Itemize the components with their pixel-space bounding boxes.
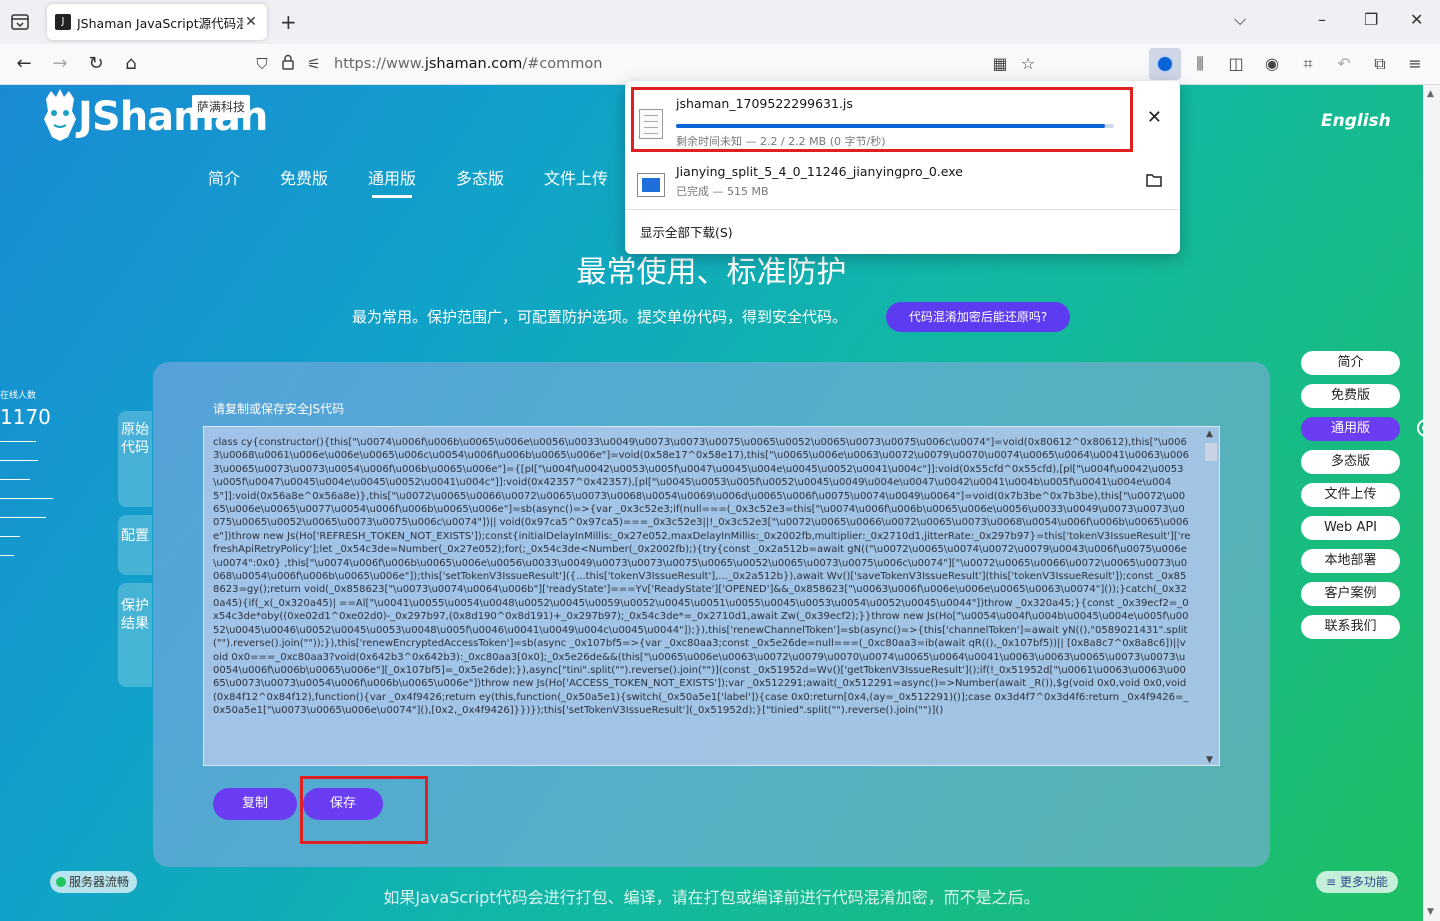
code-scrollbar[interactable]: ▲ ▼ xyxy=(1203,427,1219,765)
screenshot-crop-icon[interactable]: ⌗ xyxy=(1296,54,1320,74)
tab-overflow-chevron-icon[interactable]: ⌵ xyxy=(1234,10,1246,30)
side-tabs: 原始代码 配置 保护结果 xyxy=(118,411,152,695)
right-nav-contact[interactable]: 联系我们 xyxy=(1301,615,1400,639)
language-switch-link[interactable]: English xyxy=(1321,111,1391,131)
tracking-protection-shield-icon[interactable]: ⛉ xyxy=(250,55,274,73)
side-tab-original-code[interactable]: 原始代码 xyxy=(118,411,152,507)
download-item[interactable]: Jianying_split_5_4_0_11246_jianyingpro_0… xyxy=(625,153,1180,217)
right-nav-polymorphic[interactable]: 多态版 xyxy=(1301,450,1400,474)
hero-subtitle: 最为常用。保护范围广，可配置防护选项。提交单份代码，得到安全代码。 xyxy=(352,308,848,326)
restore-question-button[interactable]: 代码混淆加密后能还原吗? xyxy=(886,302,1070,332)
right-nav-file-upload[interactable]: 文件上传 xyxy=(1301,483,1400,507)
menu-hamburger-icon[interactable]: ≡ xyxy=(1403,54,1427,73)
right-nav-local-deploy[interactable]: 本地部署 xyxy=(1301,549,1400,573)
online-counter: 在线人数 1170 xyxy=(0,388,53,574)
tab-close-icon[interactable]: ✕ xyxy=(243,14,259,30)
logo-badge: 萨满科技 xyxy=(192,95,251,118)
url-suffix: /#common xyxy=(522,56,603,72)
scroll-down-icon[interactable]: ▼ xyxy=(1206,755,1213,765)
more-features-button[interactable]: ≡ 更多功能 xyxy=(1316,871,1398,893)
tab-list-icon[interactable] xyxy=(10,12,30,32)
download-status: 已完成 — 515 MB xyxy=(676,185,769,198)
footer-note: 如果JavaScript代码会进行打包、编译，请在打包或编译前进行代码混淆加密，… xyxy=(383,888,1040,907)
extensions-puzzle-icon[interactable]: ⧉ xyxy=(1368,54,1392,74)
panel-label: 请复制或保存安全JS代码 xyxy=(213,402,345,416)
code-output-text: class cy{constructor(){this["\u0074\u006… xyxy=(213,437,1191,717)
cancel-download-close-icon[interactable]: ✕ xyxy=(1147,107,1162,128)
side-tab-config[interactable]: 配置 xyxy=(118,515,152,575)
navigation-toolbar: ← → ↻ ⌂ ⛉ ⚟ https://www.jshaman.com/#com… xyxy=(0,44,1440,85)
nav-item-free[interactable]: 免费版 xyxy=(280,165,328,189)
url-domain: jshaman.com xyxy=(424,56,523,72)
right-floating-nav: 简介 免费版 通用版 多态版 文件上传 Web API 本地部署 客户案例 联系… xyxy=(1301,351,1401,648)
side-tab-result[interactable]: 保护结果 xyxy=(118,583,152,687)
back-icon[interactable]: ← xyxy=(12,53,36,74)
download-filename: Jianying_split_5_4_0_11246_jianyingpro_0… xyxy=(676,164,963,179)
scroll-up-icon[interactable]: ▲ xyxy=(1206,429,1213,439)
bookmark-star-icon[interactable]: ☆ xyxy=(1016,54,1040,73)
qr-code-icon[interactable]: ▦ xyxy=(988,54,1012,73)
nav-item-intro[interactable]: 简介 xyxy=(208,165,240,189)
right-nav-common[interactable]: 通用版 xyxy=(1301,417,1400,441)
right-nav-cases[interactable]: 客户案例 xyxy=(1301,582,1400,606)
home-icon[interactable]: ⌂ xyxy=(119,53,143,74)
sidebar-icon[interactable]: ◫ xyxy=(1224,54,1248,73)
reload-icon[interactable]: ↻ xyxy=(84,53,108,74)
right-nav-intro[interactable]: 简介 xyxy=(1301,351,1400,375)
page-scrollbar[interactable]: ▲ ▼ xyxy=(1423,85,1440,921)
online-sparkline xyxy=(0,441,53,556)
save-highlight-box xyxy=(300,776,428,844)
restore-icon[interactable]: ❐ xyxy=(1364,10,1378,29)
close-window-icon[interactable]: ✕ xyxy=(1410,10,1423,29)
show-in-folder-icon[interactable] xyxy=(1146,171,1162,192)
online-label: 在线人数 xyxy=(0,391,37,401)
code-output-textarea[interactable]: class cy{constructor(){this["\u0074\u006… xyxy=(203,426,1220,766)
tab-title: JShaman JavaScript源代码混淆 xyxy=(77,15,243,31)
show-all-downloads-link[interactable]: 显示全部下载(S) xyxy=(640,222,733,241)
library-icon[interactable]: ⫼ xyxy=(1188,54,1212,74)
lock-icon[interactable] xyxy=(276,54,300,74)
permissions-icon[interactable]: ⚟ xyxy=(302,55,326,73)
nav-item-file-upload[interactable]: 文件上传 xyxy=(544,165,608,189)
nav-item-polymorphic[interactable]: 多态版 xyxy=(456,165,504,189)
forward-icon[interactable]: → xyxy=(48,53,72,74)
nav-item-common[interactable]: 通用版 xyxy=(368,165,416,198)
url-bar[interactable]: ⛉ ⚟ https://www.jshaman.com/#common xyxy=(250,49,1050,79)
result-panel: 请复制或保存安全JS代码 class cy{constructor(){this… xyxy=(153,362,1270,867)
downloads-progress-icon xyxy=(1156,55,1174,73)
account-icon[interactable]: ◉ xyxy=(1260,54,1284,73)
code-scroll-thumb[interactable] xyxy=(1205,443,1217,461)
right-nav-web-api[interactable]: Web API xyxy=(1301,516,1400,540)
downloads-divider xyxy=(625,209,1180,210)
url-prefix: https://www. xyxy=(334,56,425,72)
site-favicon-icon: J xyxy=(55,14,71,30)
right-nav-free[interactable]: 免费版 xyxy=(1301,384,1400,408)
page-scroll-up-icon[interactable]: ▲ xyxy=(1427,89,1434,99)
online-count: 1170 xyxy=(0,405,51,429)
minimize-icon[interactable]: – xyxy=(1318,10,1326,29)
browser-tab[interactable]: J JShaman JavaScript源代码混淆 ✕ xyxy=(47,4,267,40)
tab-bar: J JShaman JavaScript源代码混淆 ✕ + ⌵ – ❐ ✕ xyxy=(0,0,1440,44)
downloads-button[interactable] xyxy=(1149,48,1181,80)
url-text[interactable]: https://www.jshaman.com/#common xyxy=(334,56,602,72)
exe-file-icon xyxy=(637,173,665,197)
undo-icon[interactable]: ↶ xyxy=(1332,54,1356,73)
shaman-mask-icon xyxy=(42,89,78,141)
page-scroll-down-icon[interactable]: ▼ xyxy=(1427,907,1434,917)
download-highlight-box xyxy=(631,87,1133,152)
copy-button[interactable]: 复制 xyxy=(213,788,297,820)
new-tab-icon[interactable]: + xyxy=(280,10,297,34)
